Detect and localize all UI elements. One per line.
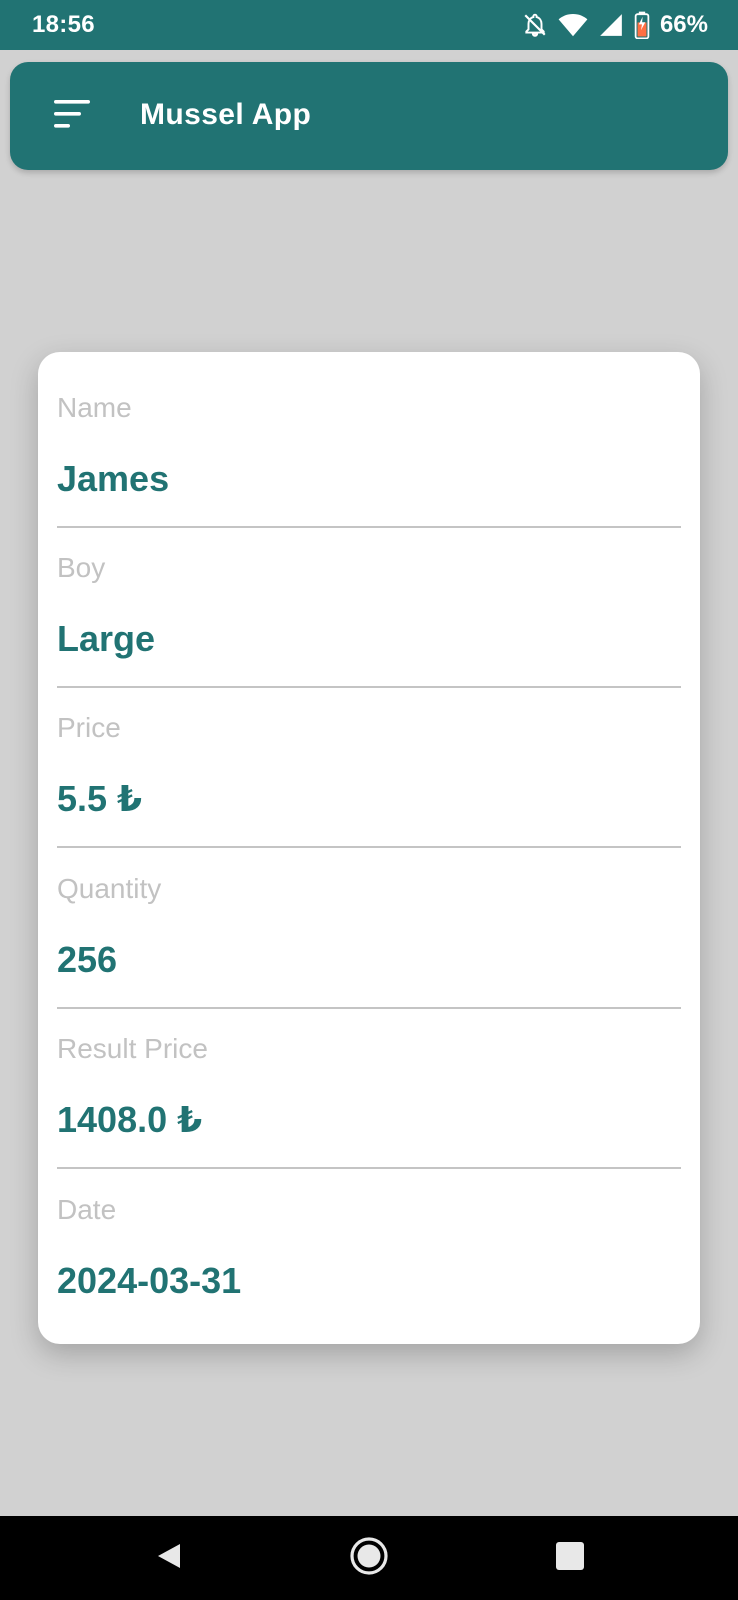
back-icon <box>152 1540 184 1577</box>
field-value: 5.5 ₺ <box>57 778 143 819</box>
field-label: Name <box>57 392 132 423</box>
field-quantity: Quantity 256 <box>57 833 681 1009</box>
field-label: Quantity <box>57 873 162 904</box>
recents-button[interactable] <box>550 1538 590 1578</box>
battery-percentage: 66% <box>659 11 708 38</box>
menu-button[interactable] <box>48 92 96 140</box>
home-icon <box>349 1536 389 1581</box>
field-label: Price <box>57 712 121 743</box>
field-boy: Boy Large <box>57 512 681 688</box>
notifications-off-icon <box>522 12 548 38</box>
recents-icon <box>555 1541 585 1576</box>
field-value: 1408.0 ₺ <box>57 1099 203 1140</box>
field-value: Large <box>57 618 156 659</box>
field-value: James <box>57 458 170 499</box>
system-nav-bar <box>0 1516 738 1600</box>
field-value: 256 <box>57 939 118 980</box>
record-detail-card: Name James Boy Large Price 5.5 ₺ Quantit… <box>38 352 700 1344</box>
field-date: Date 2024-03-31 <box>57 1154 681 1314</box>
field-label: Result Price <box>57 1033 208 1064</box>
status-bar: 18:56 66% <box>0 0 738 50</box>
field-name: Name James <box>57 352 681 528</box>
signal-icon <box>598 12 624 38</box>
home-button[interactable] <box>349 1536 389 1581</box>
status-time: 18:56 <box>32 11 95 38</box>
back-button[interactable] <box>148 1538 188 1578</box>
field-value: 2024-03-31 <box>57 1260 242 1301</box>
app-title: Mussel App <box>140 98 312 131</box>
status-icons: 66% <box>522 10 708 40</box>
field-label: Date <box>57 1194 117 1225</box>
field-label: Boy <box>57 552 106 583</box>
wifi-icon <box>558 12 588 38</box>
field-result-price: Result Price 1408.0 ₺ <box>57 993 681 1169</box>
battery-icon <box>634 11 650 39</box>
app-bar: Mussel App <box>10 62 728 170</box>
field-price: Price 5.5 ₺ <box>57 672 681 848</box>
menu-icon <box>52 98 92 135</box>
